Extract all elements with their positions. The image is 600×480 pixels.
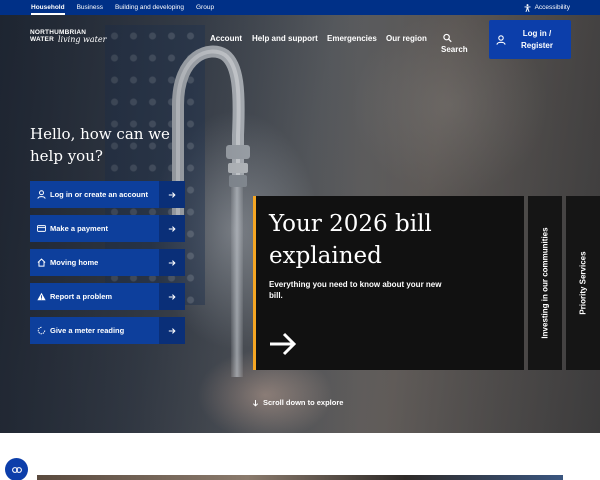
quick-action-meter-reading[interactable]: Give a meter reading xyxy=(30,317,185,344)
quick-action-report-problem[interactable]: Report a problem xyxy=(30,283,185,310)
bill-explained-card[interactable]: Your 2026 bill explained Everything you … xyxy=(253,196,524,370)
nav-our-region[interactable]: Our region xyxy=(386,33,427,45)
cookie-icon xyxy=(11,466,22,473)
quick-action-label: Log in or create an account xyxy=(50,190,148,199)
accessibility-link[interactable]: Accessibility xyxy=(524,0,570,15)
search-button[interactable]: Search xyxy=(441,33,473,54)
card-icon xyxy=(37,225,46,232)
person-icon xyxy=(37,190,46,199)
quick-action-login[interactable]: Log in or create an account xyxy=(30,181,185,208)
arrow-right-icon xyxy=(159,317,185,344)
northumbrian-water-logo[interactable]: NORTHUMBRIAN WATER living water xyxy=(30,29,110,49)
nav-help-and-support[interactable]: Help and support xyxy=(252,33,318,45)
utility-link-household[interactable]: Household xyxy=(31,0,65,15)
search-label: Search xyxy=(441,45,468,54)
quick-action-label: Moving home xyxy=(50,258,99,267)
person-icon xyxy=(496,34,506,45)
audience-links: Household Business Building and developi… xyxy=(31,0,226,15)
logo-tagline: living water xyxy=(58,35,107,44)
home-icon xyxy=(37,258,46,267)
card-subtitle: Everything you need to know about your n… xyxy=(269,280,442,300)
arrow-right-icon xyxy=(270,332,297,356)
accessibility-label: Accessibility xyxy=(534,4,570,11)
scroll-down-link[interactable]: Scroll down to explore xyxy=(252,398,343,407)
card-label: Priority Services xyxy=(578,251,588,315)
arrow-right-icon xyxy=(159,283,185,310)
nav-emergencies[interactable]: Emergencies xyxy=(327,33,377,45)
arrow-right-icon xyxy=(159,215,185,242)
arrow-right-icon xyxy=(159,181,185,208)
nav-account[interactable]: Account xyxy=(210,33,242,45)
next-section-image xyxy=(37,475,563,480)
search-icon xyxy=(443,33,452,43)
accessibility-icon xyxy=(524,3,531,12)
scroll-label: Scroll down to explore xyxy=(263,398,344,407)
utility-link-business[interactable]: Business xyxy=(77,0,103,15)
investing-communities-card[interactable]: Investing in our communities xyxy=(528,196,562,370)
arrow-down-icon xyxy=(252,399,259,406)
card-label: Investing in our communities xyxy=(540,227,550,339)
quick-action-moving-home[interactable]: Moving home xyxy=(30,249,185,276)
priority-services-card[interactable]: Priority Services xyxy=(566,196,600,370)
utility-link-group[interactable]: Group xyxy=(196,0,214,15)
utility-bar: Household Business Building and developi… xyxy=(0,0,600,15)
login-register-button[interactable]: Log in / Register xyxy=(489,20,571,59)
card-title: Your 2026 bill explained xyxy=(269,211,432,269)
quick-action-payment[interactable]: Make a payment xyxy=(30,215,185,242)
warning-icon xyxy=(37,292,46,301)
utility-link-building[interactable]: Building and developing xyxy=(115,0,184,15)
meter-icon xyxy=(37,326,46,335)
login-register-label: Log in / Register xyxy=(520,28,553,50)
arrow-right-icon xyxy=(159,249,185,276)
quick-action-label: Give a meter reading xyxy=(50,326,125,335)
cookie-settings-button[interactable] xyxy=(5,458,28,480)
quick-action-label: Report a problem xyxy=(50,292,113,301)
hero-greeting: Hello, how can we help you? xyxy=(30,125,170,165)
quick-action-label: Make a payment xyxy=(50,224,108,233)
